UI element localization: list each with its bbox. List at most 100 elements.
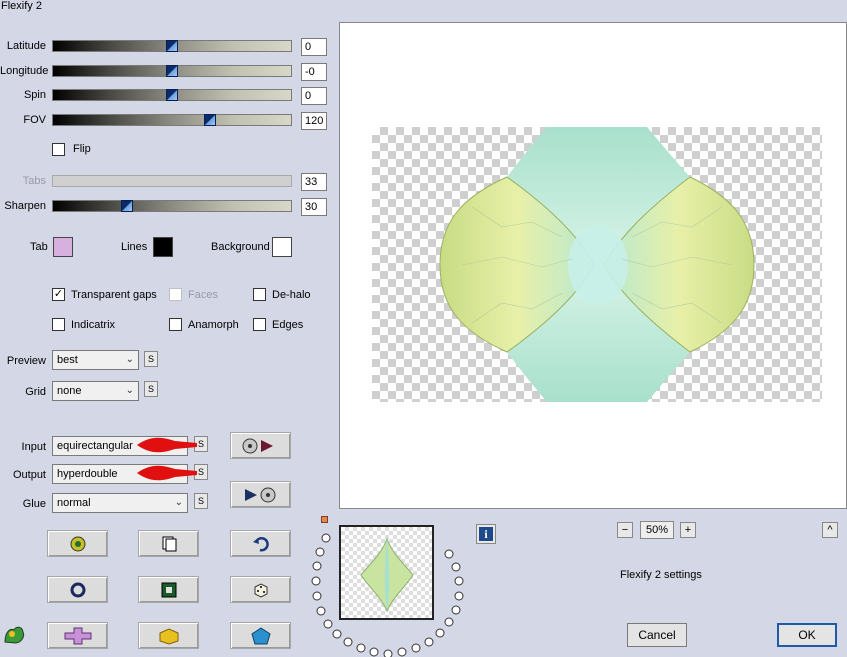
info-button[interactable]: i: [476, 524, 496, 544]
glue-s-button[interactable]: S: [194, 493, 208, 509]
indicatrix-label: Indicatrix: [71, 319, 116, 331]
indicatrix-checkbox[interactable]: [52, 318, 65, 331]
faces-label: Faces: [188, 289, 218, 301]
latitude-field[interactable]: 0: [301, 38, 327, 56]
cancel-button[interactable]: Cancel: [627, 623, 687, 647]
lines-color-label: Lines: [121, 241, 148, 253]
lines-color-swatch[interactable]: [153, 237, 173, 257]
save-output-button[interactable]: [230, 481, 291, 508]
fov-slider[interactable]: [52, 114, 292, 126]
fov-label: FOV: [23, 114, 46, 126]
undo-button[interactable]: [230, 530, 291, 557]
random-filter-button[interactable]: [47, 530, 108, 557]
grid-select-value: none: [57, 385, 82, 397]
transparent-gaps-checkbox[interactable]: ✓: [52, 288, 65, 301]
glue-select-value: normal: [57, 497, 91, 509]
spin-slider-thumb[interactable]: [166, 89, 178, 101]
polyhedron-button[interactable]: [230, 622, 291, 649]
info-icon: i: [479, 527, 493, 541]
latitude-label: Latitude: [6, 40, 46, 52]
pentagon-icon: [250, 626, 271, 644]
tabs-label: Tabs: [22, 175, 46, 187]
fov-field[interactable]: 120: [301, 112, 327, 130]
edges-checkbox[interactable]: [253, 318, 266, 331]
grid-s-button[interactable]: S: [144, 381, 158, 397]
background-color-swatch[interactable]: [272, 237, 292, 257]
red-arrow-icon: [137, 465, 197, 481]
latitude-slider[interactable]: [52, 40, 292, 52]
tabs-field[interactable]: 33: [301, 173, 327, 191]
preview-label: Preview: [6, 355, 46, 367]
box-shape-button[interactable]: [138, 622, 199, 649]
yellow-box-icon: [159, 627, 178, 645]
window-title: Flexify 2: [1, 0, 42, 12]
faces-checkbox: [169, 288, 182, 301]
longitude-label: Longitude: [0, 65, 49, 77]
transparent-gaps-label: Transparent gaps: [71, 289, 157, 301]
reset-button[interactable]: [47, 576, 108, 603]
glue-label: Glue: [22, 498, 46, 510]
preview-s-button[interactable]: S: [144, 351, 158, 367]
red-arrow-annotations: [137, 437, 197, 481]
frame-button[interactable]: [138, 576, 199, 603]
navigator-dial[interactable]: [308, 520, 468, 657]
grid-select[interactable]: none ⌄: [52, 381, 139, 401]
flip-checkbox[interactable]: [52, 143, 65, 156]
de-halo-checkbox[interactable]: [253, 288, 266, 301]
de-halo-label: De-halo: [272, 289, 311, 301]
input-label: Input: [21, 441, 46, 453]
anamorph-checkbox[interactable]: [169, 318, 182, 331]
spin-field[interactable]: 0: [301, 87, 327, 105]
fov-slider-thumb[interactable]: [204, 114, 216, 126]
grid-label: Grid: [25, 386, 46, 398]
chevron-down-icon: ⌄: [125, 354, 134, 365]
edges-label: Edges: [272, 319, 304, 331]
glue-select[interactable]: normal ⌄: [52, 493, 188, 513]
spin-slider[interactable]: [52, 89, 292, 101]
sharpen-slider-thumb[interactable]: [121, 200, 133, 212]
disc-play-icon: [242, 438, 273, 453]
spin-label: Spin: [23, 89, 46, 101]
anamorph-label: Anamorph: [188, 319, 239, 331]
ok-button[interactable]: OK: [777, 623, 837, 647]
longitude-field[interactable]: -0: [301, 63, 327, 81]
sharpen-slider[interactable]: [52, 200, 292, 212]
output-label: Output: [12, 469, 46, 481]
collapse-button[interactable]: ^: [822, 522, 838, 538]
zoom-out-button[interactable]: −: [617, 522, 633, 538]
background-color-label: Background: [211, 241, 270, 253]
copy-icon: [162, 536, 176, 551]
chevron-down-icon: ⌄: [125, 385, 134, 396]
play-disc-icon: [244, 487, 275, 502]
frame-icon: [161, 582, 176, 597]
tab-color-label: Tab: [30, 241, 48, 253]
red-arrow-icon: [137, 437, 197, 453]
plugin-logo-icon: [4, 626, 25, 644]
sharpen-field[interactable]: 30: [301, 198, 327, 216]
ring-icon: [70, 582, 85, 597]
tabs-slider: [52, 175, 292, 187]
tab-color-swatch[interactable]: [53, 237, 73, 257]
preview-image: [439, 127, 755, 402]
gear-icon: [70, 536, 85, 551]
cross-shape-icon: [64, 627, 91, 644]
longitude-slider[interactable]: [52, 65, 292, 77]
input-select-value: equirectangular: [57, 440, 133, 452]
tab-shape-button[interactable]: [47, 622, 108, 649]
zoom-in-button[interactable]: +: [680, 522, 696, 538]
longitude-slider-thumb[interactable]: [166, 65, 178, 77]
sharpen-label: Sharpen: [4, 200, 46, 212]
flip-label: Flip: [73, 143, 91, 155]
chevron-down-icon: ⌄: [174, 497, 183, 508]
zoom-level: 50%: [640, 521, 674, 539]
dice-icon: [254, 582, 267, 598]
settings-label: Flexify 2 settings: [620, 569, 702, 581]
randomize-button[interactable]: [230, 576, 291, 603]
latitude-slider-thumb[interactable]: [166, 40, 178, 52]
output-select-value: hyperdouble: [57, 468, 118, 480]
undo-icon: [252, 536, 269, 551]
copy-button[interactable]: [138, 530, 199, 557]
preview-select[interactable]: best ⌄: [52, 350, 139, 370]
open-input-button[interactable]: [230, 432, 291, 459]
preview-select-value: best: [57, 354, 78, 366]
